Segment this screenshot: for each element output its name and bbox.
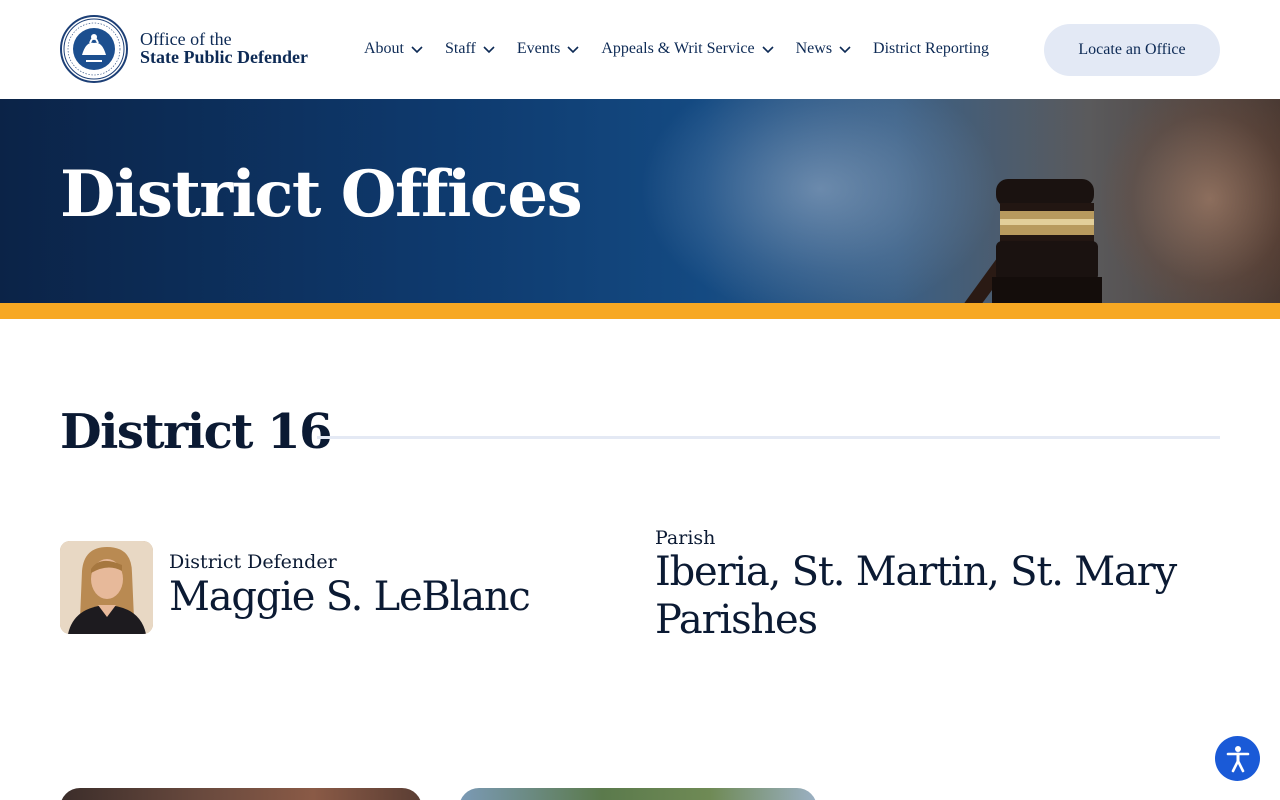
chevron-down-icon (482, 42, 496, 56)
main-nav: About Staff Events Appeals & Writ Servic… (364, 38, 989, 60)
defender-avatar (60, 541, 153, 634)
defender-portrait-icon (60, 541, 153, 634)
office-photo-card (459, 788, 817, 800)
nav-label: Staff (445, 40, 476, 57)
defender-name: Maggie S. LeBlanc (169, 574, 531, 620)
chevron-down-icon (566, 42, 580, 56)
defender-label: District Defender (169, 551, 337, 573)
nav-label: Appeals & Writ Service (601, 40, 755, 57)
nav-item-about[interactable]: About (364, 40, 424, 58)
parish-label: Parish (655, 527, 716, 549)
page-title: District Offices (60, 157, 583, 232)
nav-label: News (795, 40, 833, 57)
heading-divider (317, 436, 1220, 439)
brand-line-1: Office of the (140, 29, 232, 49)
accessibility-icon (1226, 745, 1249, 772)
hero-banner: District Offices (0, 99, 1280, 303)
accessibility-button[interactable] (1215, 736, 1260, 781)
nav-item-appeals-writ-service[interactable]: Appeals & Writ Service (601, 40, 774, 58)
chevron-down-icon (838, 42, 852, 56)
chevron-down-icon (761, 42, 775, 56)
nav-item-events[interactable]: Events (517, 40, 581, 58)
state-seal-logo[interactable] (60, 15, 128, 83)
district-heading: District 16 (60, 404, 332, 460)
nav-item-district-reporting[interactable]: District Reporting (873, 40, 989, 58)
brand-line-2: State Public Defender (140, 47, 308, 67)
site-brand[interactable]: Office of the State Public Defender (140, 30, 308, 66)
office-photo-card (60, 788, 422, 800)
nav-item-staff[interactable]: Staff (445, 40, 496, 58)
nav-label: District Reporting (873, 40, 990, 57)
louisiana-state-seal-icon (60, 15, 128, 83)
locate-office-button[interactable]: Locate an Office (1044, 24, 1220, 76)
chevron-down-icon (410, 42, 424, 56)
nav-item-news[interactable]: News (796, 40, 852, 58)
nav-label: About (364, 40, 404, 57)
parish-name: Iberia, St. Martin, St. Mary Parishes (655, 549, 1177, 643)
nav-label: Events (516, 40, 561, 57)
gavel-image-icon (964, 179, 1102, 303)
site-header: Office of the State Public Defender Abou… (0, 0, 1280, 99)
accent-stripe (0, 303, 1280, 319)
